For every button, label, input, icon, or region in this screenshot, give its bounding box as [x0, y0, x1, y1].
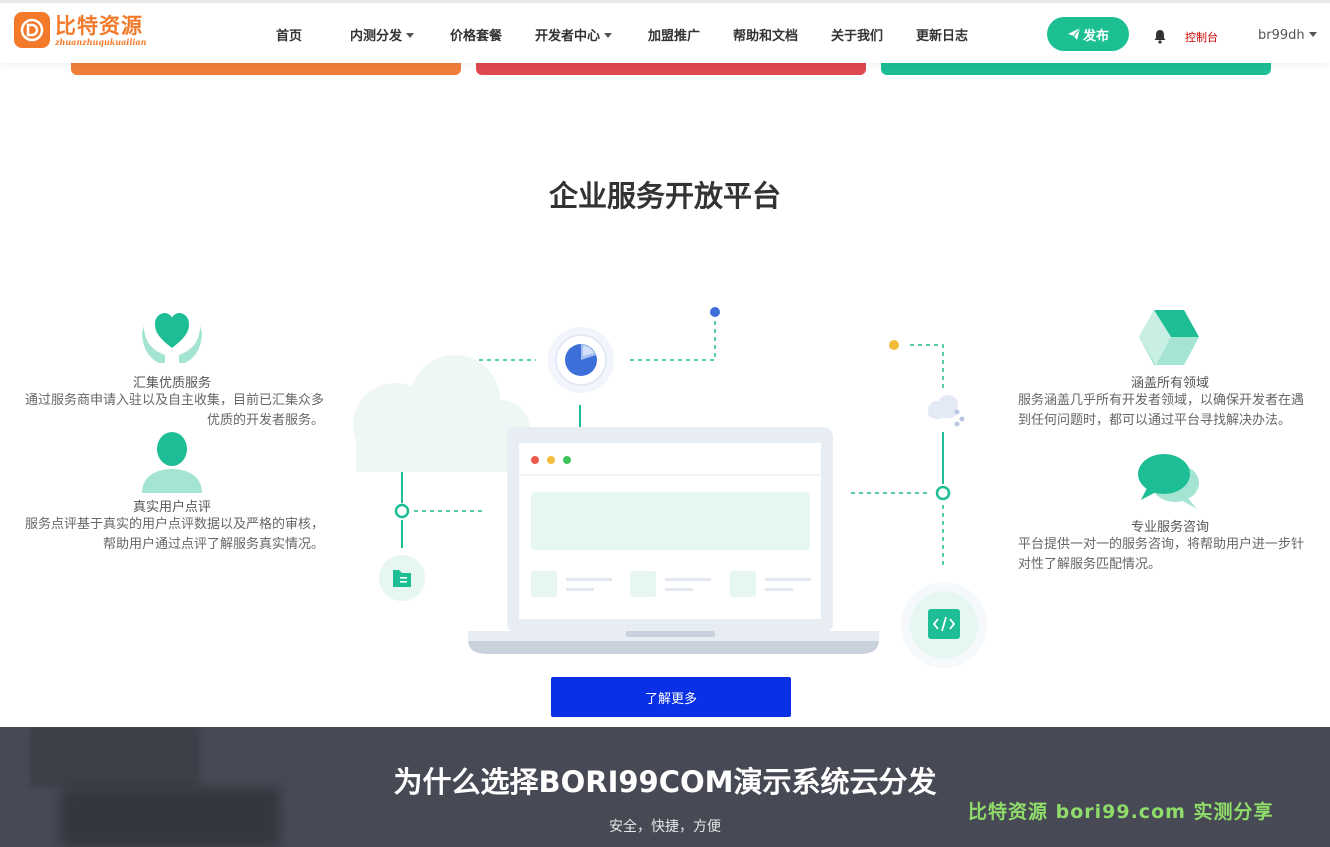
publish-button[interactable]: 发布: [1047, 17, 1129, 51]
feature-description: 平台提供一对一的服务咨询，将帮助用户进一步针对性了解服务匹配情况。: [1018, 537, 1305, 572]
yellow-dot: [889, 340, 899, 350]
card-strip-red: [476, 63, 866, 75]
cloud-shape: [353, 355, 530, 472]
feature-title: 专业服务咨询: [1130, 520, 1209, 535]
nav-item-help-docs[interactable]: 帮助和文档: [733, 25, 798, 44]
logo-badge-icon: [14, 12, 50, 48]
pie-chart-icon: [548, 327, 614, 393]
user-icon: [142, 432, 202, 493]
watermark-text: 比特资源 bori99.com 实测分享: [968, 801, 1274, 823]
nav-item-pricing[interactable]: 价格套餐: [450, 25, 502, 44]
cloud-share-icon: [928, 395, 965, 427]
chat-bubbles-icon: [1138, 454, 1199, 509]
blue-dot: [710, 307, 720, 317]
caret-down-icon: [406, 33, 415, 38]
site-logo[interactable]: 比特资源 zhuanzhuqukuailian: [14, 12, 146, 48]
card-strip-orange: [71, 63, 461, 75]
nav-item-developer-center[interactable]: 开发者中心: [535, 25, 613, 44]
feature-description: 服务涵盖几乎所有开发者领域，以确保开发者在遇到任何问题时，都可以通过平台寻找解决…: [1018, 393, 1305, 428]
card-strip-green: [881, 63, 1271, 75]
paper-plane-icon: [1067, 27, 1081, 40]
brand-name: 比特资源: [55, 13, 143, 38]
feature-title: 涵盖所有领域: [1130, 376, 1209, 391]
node-dot: [394, 503, 410, 519]
why-choose-section: 为什么选择BORI99COM演示系统云分发 安全，快捷，方便 比特资源 bori…: [0, 727, 1330, 847]
heart-hands-icon: [142, 313, 202, 363]
user-menu[interactable]: br99dh: [1258, 28, 1317, 43]
username: br99dh: [1258, 28, 1305, 43]
node-dot: [935, 485, 951, 501]
feature-title: 真实用户点评: [132, 500, 211, 515]
nav-item-changelog[interactable]: 更新日志: [916, 25, 968, 44]
cube-icon: [1139, 310, 1199, 365]
why-title: 为什么选择BORI99COM演示系统云分发: [393, 765, 937, 799]
laptop-illustration: [468, 427, 879, 654]
feature-description: 服务点评基于真实的用户点评数据以及严格的审核，帮助用户通过点评了解服务真实情况。: [24, 517, 324, 552]
nav-item-franchise[interactable]: 加盟推广: [648, 25, 700, 44]
top-navbar: 比特资源 zhuanzhuqukuailian 首页 内测分发 价格套餐 开发者…: [0, 0, 1330, 63]
nav-item-home[interactable]: 首页: [276, 25, 302, 44]
platform-illustration: [353, 307, 987, 668]
caret-down-icon: [1308, 32, 1317, 37]
console-link[interactable]: 控制台: [1185, 29, 1218, 45]
code-icon: [901, 582, 987, 668]
notification-bell-icon[interactable]: [1153, 29, 1167, 48]
learn-more-button[interactable]: 了解更多: [551, 677, 791, 717]
feature-description: 通过服务商申请入驻以及自主收集，目前已汇集众多优质的开发者服务。: [24, 393, 324, 428]
section-title: 企业服务开放平台: [548, 179, 781, 213]
nav-item-about[interactable]: 关于我们: [831, 25, 883, 44]
brand-tagline: zhuanzhuqukuailian: [55, 36, 147, 47]
caret-down-icon: [604, 33, 613, 38]
nav-item-beta-distribution[interactable]: 内测分发: [350, 25, 415, 44]
folder-icon: [379, 555, 425, 601]
feature-title: 汇集优质服务: [132, 376, 211, 391]
